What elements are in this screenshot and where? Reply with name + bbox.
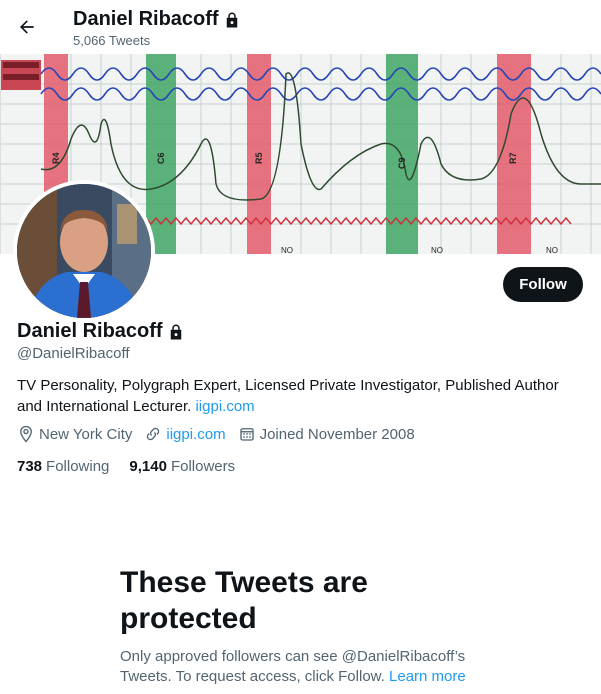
profile-meta: New York City iigpi.com Joined November … — [17, 425, 427, 443]
protected-title: These Tweets are protected — [120, 566, 368, 635]
no-label-2: NO — [431, 246, 443, 254]
no-label-1: NO — [281, 246, 293, 254]
profile-name-text: Daniel Ribacoff — [17, 320, 163, 342]
location-text: New York City — [39, 425, 133, 443]
bio-link[interactable]: iigpi.com — [195, 398, 254, 415]
link-icon — [147, 427, 160, 441]
tweet-count: 5,066 Tweets — [73, 33, 151, 48]
no-label-3: NO — [546, 246, 558, 254]
followers-stat[interactable]: 9,140 Followers — [129, 458, 235, 475]
header-name-text: Daniel Ribacoff — [73, 8, 219, 30]
location-pin-icon — [20, 425, 32, 443]
band-label-r5: R5 — [254, 152, 264, 164]
header-name: Daniel Ribacoff — [73, 8, 241, 31]
profile-handle: @DanielRibacoff — [17, 345, 130, 362]
protected-message: Only approved followers can see @DanielR… — [120, 647, 480, 687]
join-date: Joined November 2008 — [238, 425, 415, 443]
band-label-c9: C9 — [397, 157, 407, 169]
profile-bio: TV Personality, Polygraph Expert, Licens… — [17, 375, 587, 417]
following-label: Following — [46, 458, 110, 475]
following-count: 738 — [17, 458, 43, 475]
bio-text: TV Personality, Polygraph Expert, Licens… — [17, 377, 559, 415]
profile-header: Daniel Ribacoff 5,066 Tweets — [0, 0, 601, 54]
followers-count: 9,140 — [129, 458, 167, 475]
follow-button[interactable]: Follow — [503, 267, 583, 302]
band-label-r7: R7 — [508, 152, 518, 164]
profile-name: Daniel Ribacoff — [17, 320, 185, 343]
band-label-c6: C6 — [156, 152, 166, 164]
avatar[interactable] — [13, 180, 155, 322]
lock-icon — [226, 12, 237, 27]
band-label-r4: R4 — [51, 152, 61, 164]
join-date-text: Joined November 2008 — [259, 425, 415, 443]
following-stat[interactable]: 738 Following — [17, 458, 109, 475]
location: New York City — [17, 425, 132, 443]
website[interactable]: iigpi.com — [144, 425, 226, 443]
calendar-icon — [239, 428, 254, 441]
back-arrow-icon[interactable] — [12, 12, 42, 42]
lock-icon — [170, 324, 181, 339]
learn-more-link[interactable]: Learn more — [389, 668, 466, 685]
followers-label: Followers — [170, 458, 236, 475]
profile-stats: 738 Following 9,140 Followers — [17, 458, 255, 475]
website-link[interactable]: iigpi.com — [166, 426, 225, 443]
